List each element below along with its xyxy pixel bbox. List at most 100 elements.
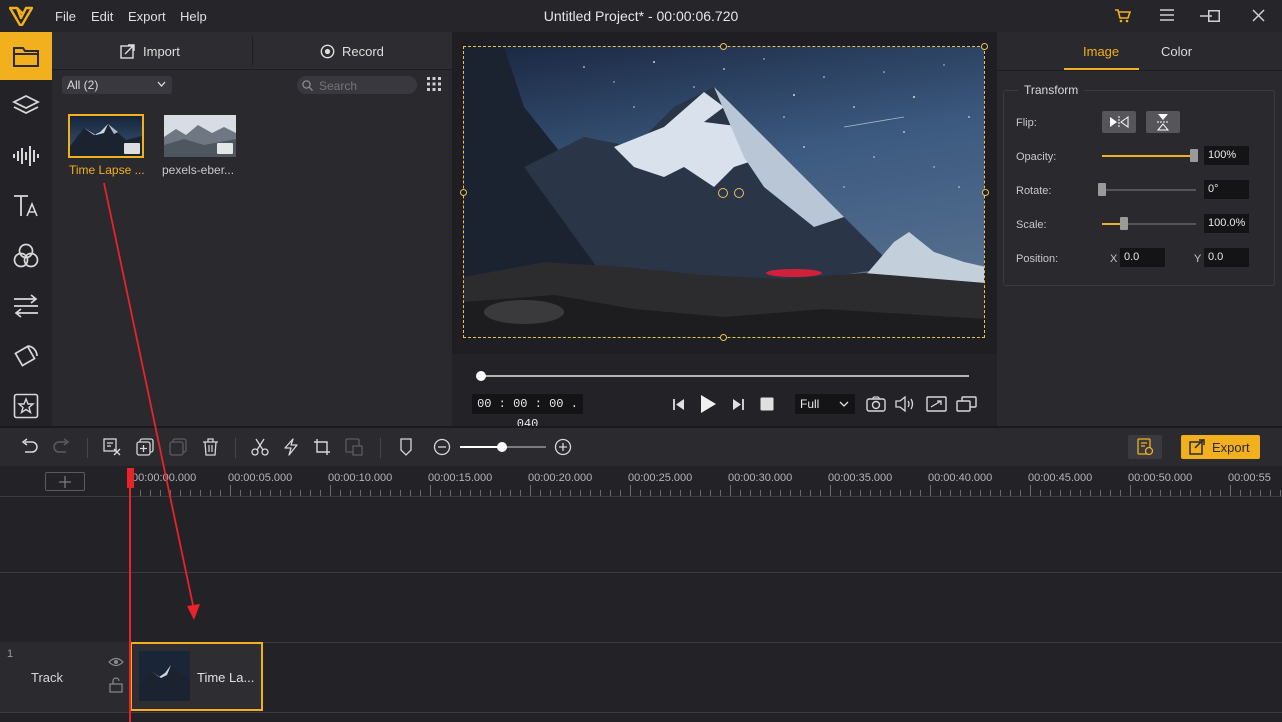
redo-icon[interactable] xyxy=(53,438,71,454)
pip-icon[interactable] xyxy=(956,396,977,412)
star-icon xyxy=(13,393,39,419)
lock-icon[interactable] xyxy=(109,677,123,693)
playhead-handle[interactable] xyxy=(127,468,134,488)
delete-clip-icon[interactable] xyxy=(103,438,121,456)
rotate-slider-knob[interactable] xyxy=(1098,183,1106,196)
media-item-thumbnail[interactable] xyxy=(68,114,144,158)
tab-divider xyxy=(997,70,1282,71)
prev-frame-icon[interactable] xyxy=(672,398,685,411)
scale-value[interactable]: 100.0% xyxy=(1204,214,1249,233)
media-filter-dropdown[interactable]: All (2) xyxy=(62,76,172,94)
grid-view-icon[interactable] xyxy=(427,77,441,91)
duplicate-icon[interactable] xyxy=(136,438,154,456)
tab-image[interactable]: Image xyxy=(1083,44,1119,59)
export-icon xyxy=(1189,439,1205,455)
paste-icon[interactable] xyxy=(169,438,187,456)
filters-icon xyxy=(12,243,40,269)
sidebar-layers-button[interactable] xyxy=(0,82,52,130)
opacity-slider-fill xyxy=(1102,155,1194,157)
position-label: Position: xyxy=(1016,253,1059,265)
trash-icon[interactable] xyxy=(202,438,219,456)
sidebar-transitions-button[interactable] xyxy=(0,282,52,330)
position-y-field[interactable]: 0.0 xyxy=(1204,248,1249,267)
scale-label: Scale: xyxy=(1016,219,1047,231)
preview-panel: 00 : 00 : 00 . 040 Full xyxy=(452,32,997,431)
search-input[interactable] xyxy=(297,76,417,94)
tick-label: 00:00:20.000 xyxy=(528,472,593,484)
eye-icon[interactable] xyxy=(108,657,124,667)
next-frame-icon[interactable] xyxy=(732,398,745,411)
opacity-label: Opacity: xyxy=(1016,151,1057,163)
add-track-button[interactable] xyxy=(45,472,85,491)
anchor-point[interactable] xyxy=(718,188,728,198)
mosaic-icon[interactable] xyxy=(345,438,363,456)
sidebar-text-button[interactable] xyxy=(0,182,52,230)
speed-icon[interactable] xyxy=(283,438,299,456)
menu-file[interactable]: File xyxy=(55,9,76,24)
opacity-slider-knob[interactable] xyxy=(1190,149,1198,162)
volume-icon[interactable] xyxy=(895,396,916,412)
flip-horizontal-button[interactable] xyxy=(1102,111,1136,133)
rotate-handle[interactable] xyxy=(734,188,744,198)
cart-icon[interactable] xyxy=(1114,8,1131,23)
marker-icon[interactable] xyxy=(399,438,413,456)
zoom-in-icon[interactable] xyxy=(554,438,572,456)
timeline-ruler[interactable]: 00:00:00.000 00:00:05.000 00:00:10.000 0… xyxy=(130,466,1282,496)
media-item-label: Time Lapse ... xyxy=(69,163,145,177)
crop-icon[interactable] xyxy=(313,438,331,456)
resize-handle[interactable] xyxy=(720,334,727,341)
audio-wave-icon xyxy=(12,144,40,168)
stop-icon[interactable] xyxy=(760,397,774,411)
properties-panel: Image Color Transform Flip: Opacity: 100… xyxy=(997,32,1282,426)
zoom-out-icon[interactable] xyxy=(433,438,451,456)
sidebar-filters-button[interactable] xyxy=(0,232,52,280)
track-label: Track xyxy=(31,670,64,685)
maximize-icon[interactable] xyxy=(1208,10,1220,22)
media-tabs: Import Record xyxy=(52,32,452,70)
zoom-slider-knob[interactable] xyxy=(497,442,507,452)
menu-export[interactable]: Export xyxy=(128,9,166,24)
fullscreen-icon[interactable] xyxy=(926,396,947,412)
resize-handle[interactable] xyxy=(982,189,989,196)
track-number: 1 xyxy=(7,648,14,660)
media-item-thumbnail[interactable] xyxy=(164,115,236,157)
menu-edit[interactable]: Edit xyxy=(91,9,113,24)
rotate-value[interactable]: 0° xyxy=(1204,180,1249,199)
resize-handle[interactable] xyxy=(981,43,988,50)
transform-title: Transform xyxy=(1018,83,1085,97)
folder-icon xyxy=(12,44,40,68)
menu-help[interactable]: Help xyxy=(180,9,207,24)
undo-icon[interactable] xyxy=(20,438,38,454)
zoom-slider-fill xyxy=(460,446,502,448)
video-type-icon xyxy=(124,143,140,154)
import-button[interactable]: Import xyxy=(120,32,180,70)
resize-handle[interactable] xyxy=(720,43,727,50)
flip-vertical-button[interactable] xyxy=(1146,111,1180,133)
sidebar-audio-button[interactable] xyxy=(0,132,52,180)
export-settings-button[interactable] xyxy=(1128,435,1162,459)
resize-handle[interactable] xyxy=(460,189,467,196)
export-button[interactable]: Export xyxy=(1181,435,1260,459)
tick-label: 00:00:55 xyxy=(1228,472,1271,484)
play-icon[interactable] xyxy=(699,394,717,414)
tab-color[interactable]: Color xyxy=(1161,44,1192,59)
snapshot-icon[interactable] xyxy=(866,396,886,412)
position-x-field[interactable]: 0.0 xyxy=(1120,248,1165,267)
opacity-value[interactable]: 100% xyxy=(1204,146,1249,165)
tick-label: 00:00:00.000 xyxy=(132,472,197,484)
menu-icon[interactable] xyxy=(1160,9,1174,21)
close-icon[interactable] xyxy=(1252,9,1265,22)
sidebar-elements-button[interactable] xyxy=(0,382,52,430)
timeline-clip[interactable]: Time La... xyxy=(130,642,263,711)
record-button[interactable]: Record xyxy=(320,32,384,70)
quality-dropdown[interactable]: Full xyxy=(795,394,855,414)
record-label: Record xyxy=(342,43,384,59)
sidebar-overlays-button[interactable] xyxy=(0,332,52,380)
playhead[interactable] xyxy=(129,468,131,722)
seek-bar[interactable] xyxy=(477,375,969,377)
sidebar-media-button[interactable] xyxy=(0,32,52,80)
scale-slider-knob[interactable] xyxy=(1120,217,1128,230)
rotate-slider[interactable] xyxy=(1102,189,1196,191)
seek-knob[interactable] xyxy=(476,371,486,381)
scissors-icon[interactable] xyxy=(251,438,269,456)
